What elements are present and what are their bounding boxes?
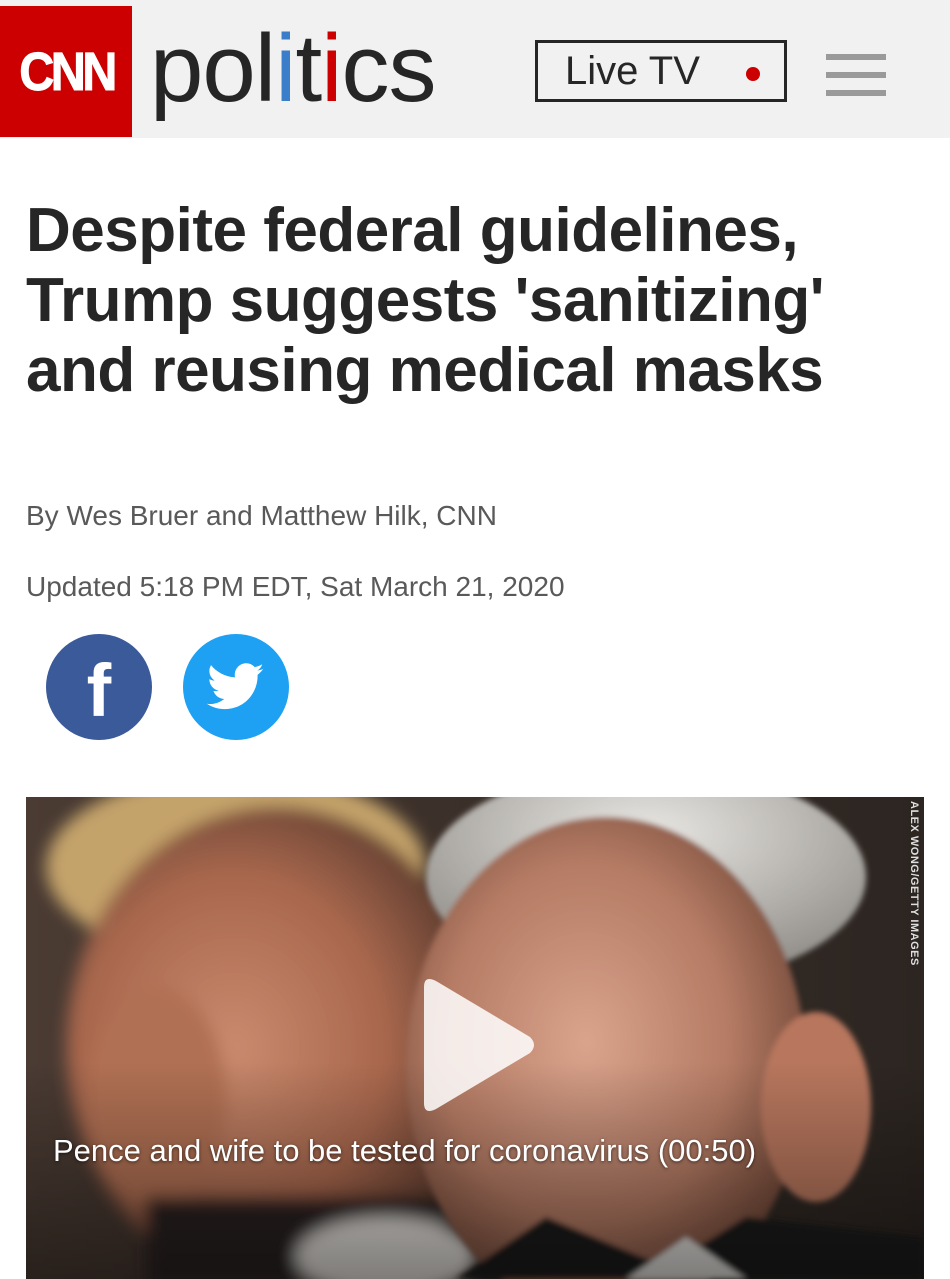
section-title-part: cs — [341, 15, 436, 122]
article-headline: Despite federal guidelines, Trump sugges… — [26, 196, 824, 405]
live-tv-button[interactable]: Live TV — [535, 40, 787, 102]
section-title-part: t — [295, 15, 322, 122]
live-indicator-dot-icon — [746, 67, 760, 81]
section-title[interactable]: politics — [150, 14, 436, 124]
section-title-part: i — [321, 15, 342, 122]
facebook-share-button[interactable]: f — [46, 634, 152, 740]
twitter-share-button[interactable] — [183, 634, 289, 740]
play-icon[interactable] — [418, 975, 538, 1115]
live-tv-label: Live TV — [565, 48, 700, 93]
site-header: CNN politics Live TV — [0, 0, 950, 138]
photo-credit: ALEX WONG/GETTY IMAGES — [908, 801, 920, 966]
hamburger-menu-icon[interactable] — [826, 54, 886, 96]
section-title-part: pol — [150, 15, 276, 122]
video-caption[interactable]: Pence and wife to be tested for coronavi… — [53, 1133, 756, 1169]
section-title-part: i — [275, 15, 296, 122]
article-timestamp: Updated 5:18 PM EDT, Sat March 21, 2020 — [26, 571, 565, 602]
video-player[interactable]: ALEX WONG/GETTY IMAGES Pence and wife to… — [26, 797, 924, 1279]
facebook-icon: f — [86, 649, 112, 732]
twitter-icon — [207, 663, 264, 710]
cnn-logo-text: CNN — [18, 41, 117, 102]
cnn-logo[interactable]: CNN — [0, 6, 132, 137]
article-byline: By Wes Bruer and Matthew Hilk, CNN — [26, 500, 497, 531]
